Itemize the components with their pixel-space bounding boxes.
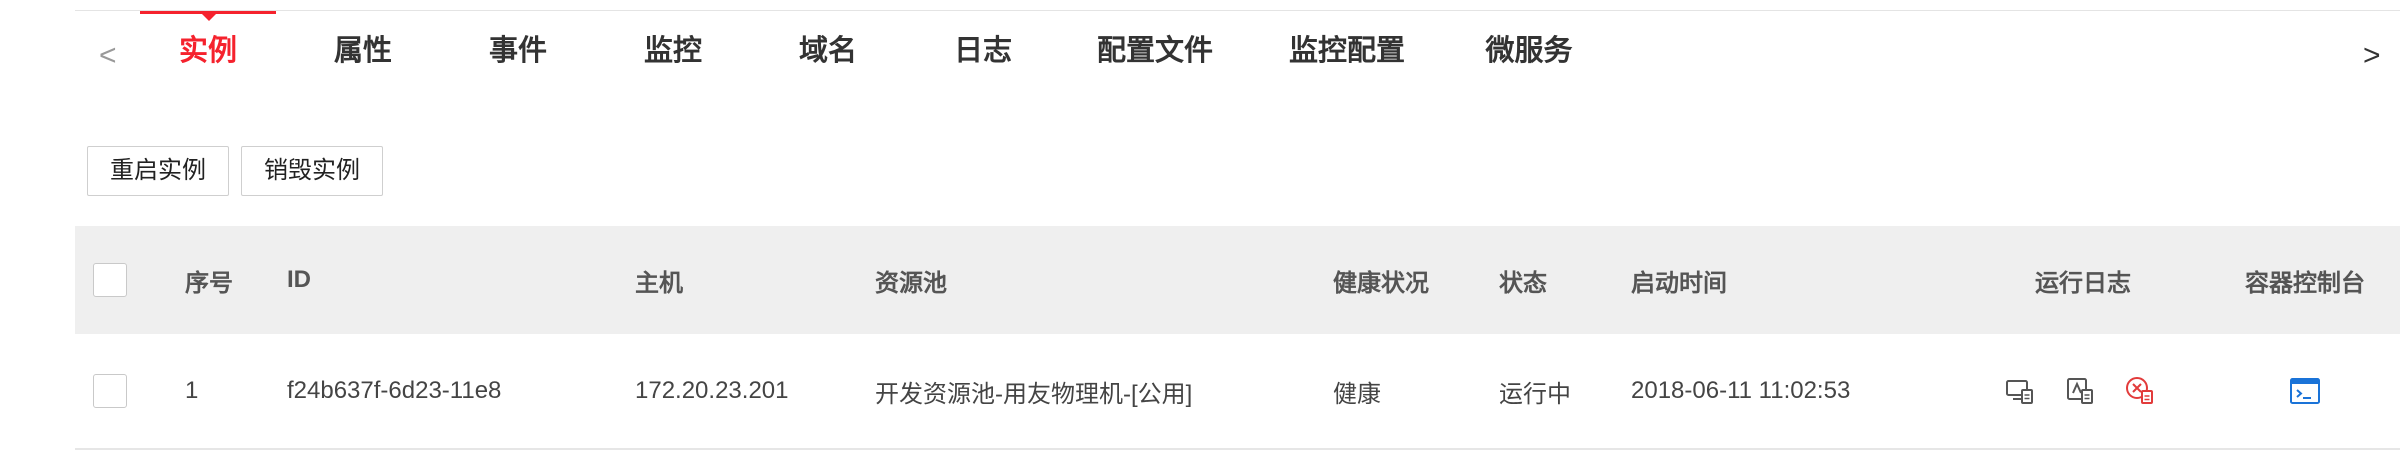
- header-run-logs: 运行日志: [2035, 269, 2131, 297]
- tab-microservices[interactable]: 微服务: [1485, 11, 1572, 91]
- tab-instances[interactable]: 实例: [179, 11, 237, 91]
- row-id: f24b637f-6d23-11e8: [287, 377, 502, 404]
- header-container-console: 容器控制台: [2245, 269, 2365, 297]
- row-pool: 开发资源池-用友物理机-[公用]: [875, 380, 1193, 408]
- log-delete-icon[interactable]: [2124, 375, 2156, 407]
- row-start-time: 2018-06-11 11:02:53: [1631, 377, 1851, 404]
- terminal-icon[interactable]: [2289, 375, 2321, 407]
- tab-properties[interactable]: 属性: [334, 11, 392, 91]
- row-cell-select: [93, 334, 127, 448]
- log-view-icon[interactable]: [2004, 375, 2036, 407]
- header-id: ID: [287, 266, 311, 293]
- tab-prev-arrow[interactable]: <: [99, 39, 117, 73]
- row-index: 1: [185, 377, 199, 404]
- log-download-icon[interactable]: [2064, 375, 2096, 407]
- select-all-checkbox[interactable]: [93, 263, 127, 297]
- row-log-actions: [2004, 334, 2156, 448]
- header-host: 主机: [635, 269, 683, 297]
- tab-monitoring[interactable]: 监控: [644, 11, 702, 91]
- header-cell-select: [93, 226, 127, 334]
- header-health: 健康状况: [1333, 269, 1429, 297]
- tab-monitor-config[interactable]: 监控配置: [1289, 11, 1405, 91]
- row-checkbox[interactable]: [93, 374, 127, 408]
- destroy-instance-button[interactable]: 销毁实例: [241, 146, 383, 196]
- tab-config-files[interactable]: 配置文件: [1097, 11, 1213, 91]
- table-row: 1 f24b637f-6d23-11e8 172.20.23.201 开发资源池…: [75, 334, 2400, 450]
- header-pool: 资源池: [875, 269, 947, 297]
- row-health: 健康: [1333, 380, 1381, 408]
- header-index: 序号: [185, 269, 233, 297]
- tab-domains[interactable]: 域名: [799, 11, 857, 91]
- row-host-link[interactable]: 172.20.23.201: [635, 334, 788, 448]
- restart-instance-button[interactable]: 重启实例: [87, 146, 229, 196]
- tab-events[interactable]: 事件: [489, 11, 547, 91]
- row-console-action: [2289, 334, 2321, 448]
- header-start-time: 启动时间: [1631, 269, 1727, 297]
- table-header: 序号 ID 主机 资源池 健康状况 状态 启动时间 运行日志 容器控制台: [75, 226, 2400, 334]
- tab-logs[interactable]: 日志: [954, 11, 1012, 91]
- header-status: 状态: [1499, 269, 1547, 297]
- tab-next-arrow[interactable]: >: [2363, 39, 2381, 73]
- row-status: 运行中: [1499, 380, 1571, 408]
- tab-bar: < 实例 属性 事件 监控 域名 日志 配置文件 监控配置 微服务 >: [75, 11, 2400, 91]
- instance-table: 序号 ID 主机 资源池 健康状况 状态 启动时间 运行日志 容器控制台 1 f…: [75, 226, 2400, 450]
